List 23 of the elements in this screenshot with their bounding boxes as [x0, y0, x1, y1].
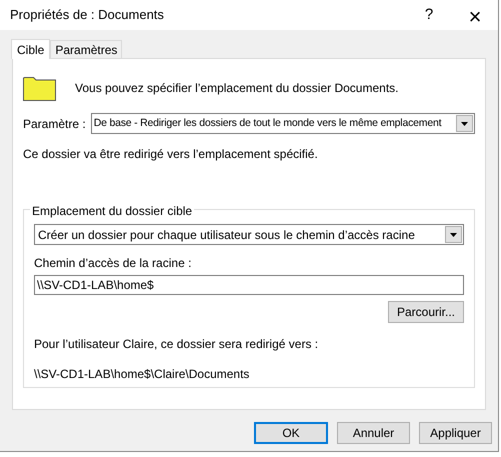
- preview-path: \\SV-CD1-LAB\home$\Claire\Documents: [34, 366, 250, 383]
- help-button[interactable]: ?: [406, 0, 452, 30]
- close-button[interactable]: ×: [452, 0, 498, 30]
- root-path-label: Chemin d’accès de la racine :: [34, 255, 192, 272]
- folder-option-dropdown[interactable]: Créer un dossier pour chaque utilisateur sous le chemin d’accès racine: [34, 224, 464, 245]
- dropdown-button[interactable]: [445, 226, 462, 243]
- browse-button[interactable]: Parcourir...: [388, 301, 464, 323]
- caret-icon: [450, 232, 457, 236]
- root-path-field[interactable]: \\SV-CD1-LAB\home$: [34, 275, 464, 295]
- folder-icon: [23, 74, 56, 101]
- preview-label: Pour l’utilisateur Claire, ce dossier sera redirigé vers :: [34, 336, 320, 353]
- setting-label: Paramètre :: [23, 116, 86, 132]
- setting-note: Ce dossier va être redirigé vers l’emplacement spécifié.: [23, 146, 319, 163]
- dialog-button[interactable]: Appliquer: [419, 422, 492, 444]
- dialog-button[interactable]: Annuler: [337, 422, 410, 444]
- dialog-button[interactable]: OK: [254, 422, 328, 444]
- caret-icon: [461, 122, 468, 126]
- intro-text: Vous pouvez spécifier l’emplacement du dossier Documents.: [75, 80, 398, 96]
- setting-dropdown[interactable]: De base - Rediriger les dossiers de tout le monde vers le même emplacement: [90, 113, 475, 134]
- dropdown-button[interactable]: [456, 115, 473, 132]
- tab[interactable]: Paramètres: [50, 40, 122, 58]
- tab[interactable]: Cible: [11, 39, 50, 59]
- window-title: Propriétés de : Documents: [10, 6, 164, 24]
